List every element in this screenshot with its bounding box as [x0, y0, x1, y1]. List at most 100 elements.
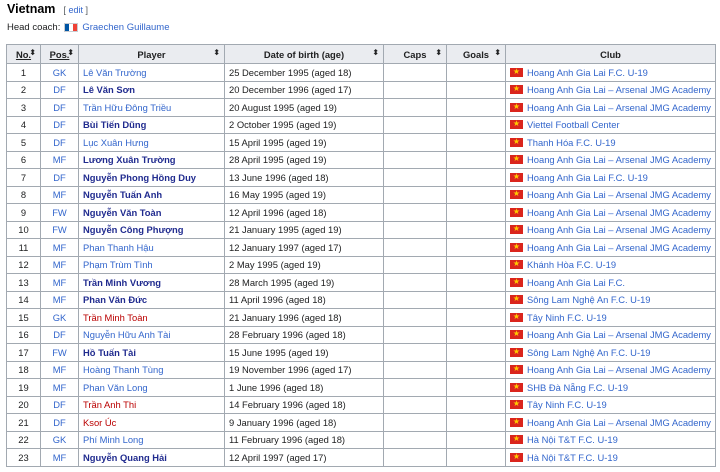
club-entry: Sông Lam Nghệ An F.C. U-19: [510, 293, 711, 305]
cell-position[interactable]: FW: [40, 203, 79, 222]
cell-player: Phan Văn Long: [78, 378, 225, 397]
cell-position[interactable]: FW: [40, 220, 79, 239]
club-link[interactable]: SHB Đà Nẵng F.C. U-19: [527, 382, 628, 393]
player-link[interactable]: Hồ Tuấn Tài: [83, 347, 136, 358]
sort-header-no[interactable]: No. ⬍: [6, 44, 41, 64]
player-link[interactable]: Nguyễn Quang Hải: [83, 452, 167, 463]
player-link[interactable]: Phan Văn Long: [83, 382, 148, 393]
player-link[interactable]: Phan Thanh Hậu: [83, 242, 154, 253]
player-link[interactable]: Lương Xuân Trường: [83, 154, 176, 165]
club-link[interactable]: Hoang Anh Gia Lai – Arsenal JMG Academy: [527, 207, 711, 218]
player-link[interactable]: Lê Văn Sơn: [83, 84, 135, 95]
cell-goals: [446, 115, 506, 134]
player-link[interactable]: Nguyễn Hữu Anh Tài: [83, 329, 170, 340]
club-link[interactable]: Hoang Anh Gia Lai – Arsenal JMG Academy: [527, 84, 711, 95]
club-link[interactable]: Hoang Anh Gia Lai – Arsenal JMG Academy: [527, 329, 711, 340]
cell-player: Ksor Úc: [78, 413, 225, 432]
cell-position[interactable]: GK: [40, 430, 79, 449]
club-link[interactable]: Khánh Hòa F.C. U-19: [527, 259, 616, 270]
player-link[interactable]: Trần Minh Toàn: [83, 312, 148, 323]
cell-position[interactable]: MF: [40, 238, 79, 257]
cell-caps: [383, 255, 447, 274]
club-link[interactable]: Viettel Football Center: [527, 119, 620, 130]
club-link[interactable]: Hoang Anh Gia Lai – Arsenal JMG Academy: [527, 154, 711, 165]
club-entry: Sông Lam Nghệ An F.C. U-19: [510, 346, 711, 358]
player-link[interactable]: Bùi Tiến Dũng: [83, 119, 146, 130]
club-link[interactable]: Hoang Anh Gia Lai – Arsenal JMG Academy: [527, 242, 711, 253]
sort-icon: ⬍: [494, 48, 501, 57]
sort-header-goals[interactable]: Goals ⬍: [446, 44, 506, 64]
club-link[interactable]: Hoang Anh Gia Lai – Arsenal JMG Academy: [527, 417, 711, 428]
club-link[interactable]: Hà Nội T&T F.C. U-19: [527, 434, 618, 445]
player-link[interactable]: Ksor Úc: [83, 417, 116, 428]
club-link[interactable]: Hoang Anh Gia Lai – Arsenal JMG Academy: [527, 189, 711, 200]
sort-header-pos[interactable]: Pos. ⬍: [40, 44, 79, 64]
cell-caps: [383, 395, 447, 414]
cell-position[interactable]: MF: [40, 290, 79, 309]
cell-goals: [446, 395, 506, 414]
cell-position[interactable]: DF: [40, 413, 79, 432]
head-coach-name[interactable]: Graechen Guillaume: [82, 22, 169, 33]
player-link[interactable]: Trần Anh Thi: [83, 399, 136, 410]
cell-position[interactable]: MF: [40, 185, 79, 204]
cell-position[interactable]: DF: [40, 325, 79, 344]
vietnam-flag-icon: [510, 416, 523, 428]
cell-club: Hà Nội T&T F.C. U-19: [505, 448, 716, 467]
player-link[interactable]: Phí Minh Long: [83, 434, 143, 445]
club-link[interactable]: Tây Ninh F.C. U-19: [527, 399, 607, 410]
cell-position[interactable]: MF: [40, 150, 79, 169]
cell-position[interactable]: FW: [40, 343, 79, 362]
player-link[interactable]: Lê Văn Trường: [83, 67, 147, 78]
club-link[interactable]: Hoang Anh Gia Lai – Arsenal JMG Academy: [527, 102, 711, 113]
vietnam-flag-icon: [510, 206, 523, 218]
section-title: Vietnam: [7, 2, 56, 16]
club-link[interactable]: Hoang Anh Gia Lai F.C.: [527, 277, 625, 288]
table-row: 19MF Phan Văn Long 1 June 1996 (aged 18) SH…: [6, 378, 716, 397]
cell-caps: [383, 133, 447, 152]
cell-position[interactable]: MF: [40, 255, 79, 274]
player-link[interactable]: Phạm Trùm Tình: [83, 259, 153, 270]
cell-position[interactable]: MF: [40, 448, 79, 467]
player-link[interactable]: Trần Minh Vương: [83, 277, 161, 288]
player-link[interactable]: Phan Văn Đức: [83, 294, 147, 305]
section-heading: Vietnam [ edit ]: [7, 2, 88, 20]
player-link[interactable]: Nguyễn Công Phượng: [83, 224, 183, 235]
club-link[interactable]: Hoang Anh Gia Lai F.C. U-19: [527, 172, 648, 183]
sort-header-dob[interactable]: Date of birth (age) ⬍: [224, 44, 384, 64]
sort-header-caps[interactable]: Caps ⬍: [383, 44, 447, 64]
vietnam-flag-icon: [510, 101, 523, 113]
player-link[interactable]: Nguyễn Tuấn Anh: [83, 189, 162, 200]
cell-position[interactable]: GK: [40, 63, 79, 82]
table-row: 15 GK Trần Minh Toàn 21 January 1996 (aged …: [6, 308, 716, 327]
club-link[interactable]: Tây Ninh F.C. U-19: [527, 312, 607, 323]
club-link[interactable]: Sông Lam Nghệ An F.C. U-19: [527, 347, 651, 358]
cell-position[interactable]: MF: [40, 360, 79, 379]
cell-goals: [446, 255, 506, 274]
cell-position[interactable]: DF: [40, 98, 79, 117]
player-link[interactable]: Hoàng Thanh Tùng: [83, 364, 163, 375]
club-link[interactable]: Hoang Anh Gia Lai – Arsenal JMG Academy: [527, 364, 711, 375]
sort-header-club[interactable]: Club: [505, 44, 716, 64]
cell-position[interactable]: MF: [40, 273, 79, 292]
club-link[interactable]: Hoang Anh Gia Lai – Arsenal JMG Academy: [527, 224, 711, 235]
cell-position[interactable]: DF: [40, 80, 79, 99]
player-link[interactable]: Nguyễn Văn Toàn: [83, 207, 161, 218]
cell-player: Nguyễn Quang Hải: [78, 448, 225, 467]
player-link[interactable]: Trần Hữu Đông Triều: [83, 102, 171, 113]
sort-header-player[interactable]: Player ⬍: [78, 44, 225, 64]
club-link[interactable]: Sông Lam Nghệ An F.C. U-19: [527, 294, 651, 305]
player-link[interactable]: Lục Xuân Hưng: [83, 137, 149, 148]
cell-position[interactable]: DF: [40, 395, 79, 414]
club-link[interactable]: Thanh Hóa F.C. U-19: [527, 137, 616, 148]
cell-position[interactable]: DF: [40, 115, 79, 134]
cell-position[interactable]: DF: [40, 133, 79, 152]
edit-link[interactable]: edit: [68, 5, 83, 15]
cell-position[interactable]: MF: [40, 378, 79, 397]
club-link[interactable]: Hoang Anh Gia Lai F.C. U-19: [527, 67, 648, 78]
cell-position[interactable]: GK: [40, 308, 79, 327]
cell-dob: 14 February 1996 (aged 18): [224, 395, 384, 414]
club-link[interactable]: Hà Nội T&T F.C. U-19: [527, 452, 618, 463]
cell-dob: 15 April 1995 (aged 19): [224, 133, 384, 152]
cell-position[interactable]: DF: [40, 168, 79, 187]
player-link[interactable]: Nguyễn Phong Hồng Duy: [83, 172, 196, 183]
